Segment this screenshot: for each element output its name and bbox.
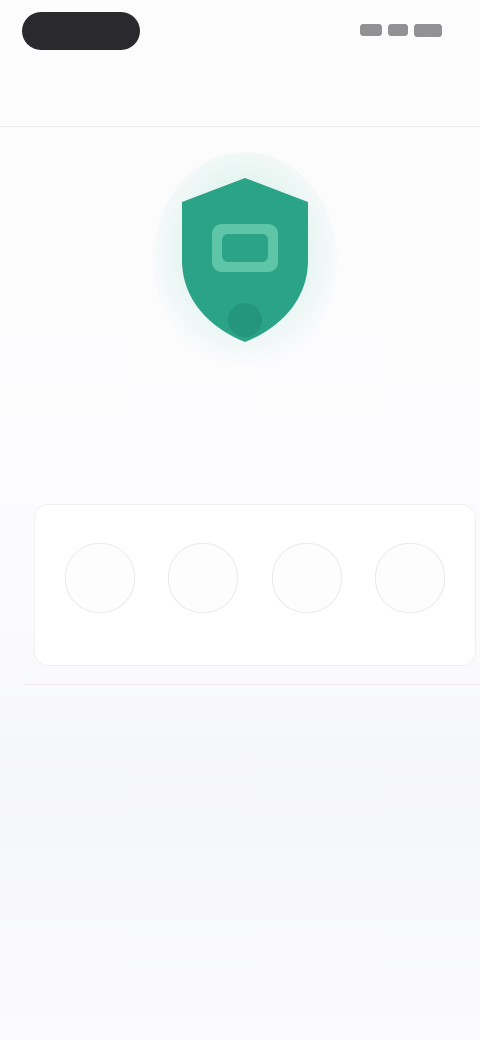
resend-row [0,694,480,722]
verification-screen [0,0,480,1040]
pin-digit-4[interactable] [374,543,445,613]
pin-digit-2[interactable] [168,543,239,613]
status-icons [352,22,442,38]
pin-card [34,504,476,666]
shield-lock-icon [150,150,340,380]
pin-digit-1[interactable] [65,543,135,613]
status-time [22,12,140,50]
footer-row [0,934,480,964]
wifi-icon [388,24,408,36]
page-title [24,416,474,464]
pin-input-row [65,543,445,615]
pin-digit-3[interactable] [271,543,342,613]
divider [24,684,480,685]
nav-right-action[interactable] [422,86,462,106]
battery-icon [414,23,442,37]
nav-bar [0,62,480,127]
status-bar [0,0,480,60]
signal-icon [360,24,382,36]
